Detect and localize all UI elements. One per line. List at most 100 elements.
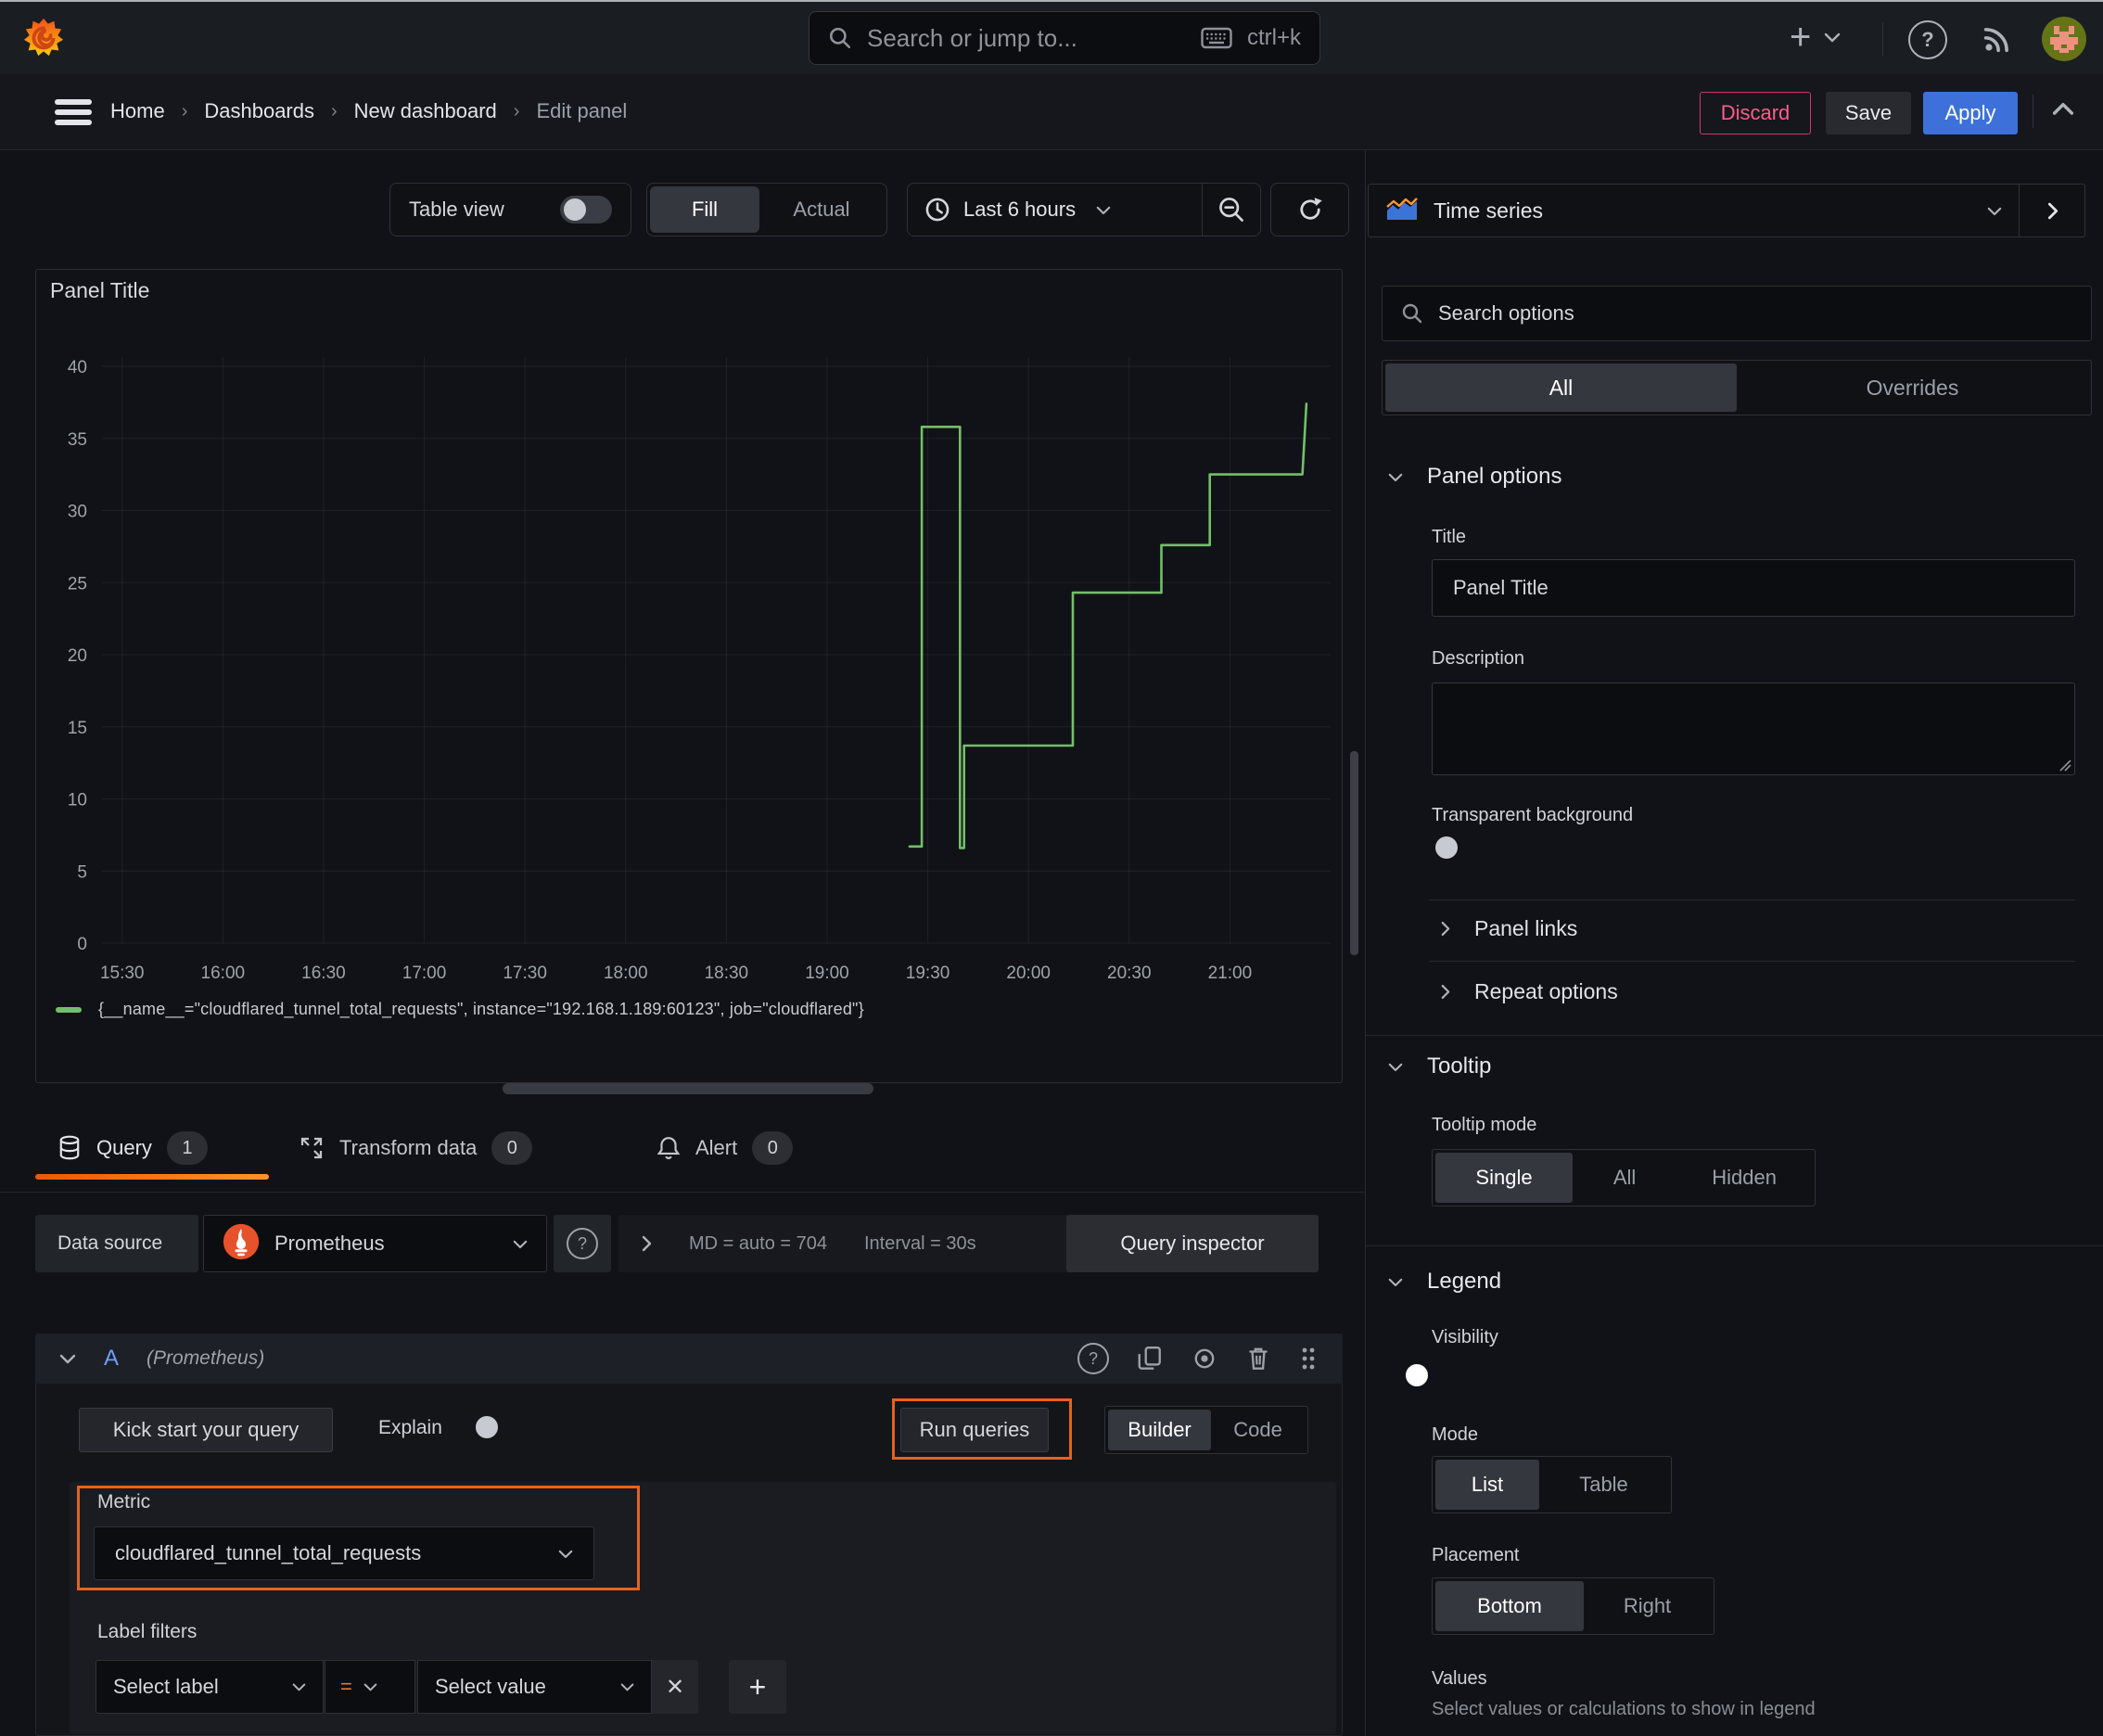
horizontal-scrollbar[interactable]	[503, 1083, 873, 1094]
chevron-down-icon	[1825, 32, 1841, 43]
svg-text:35: 35	[68, 430, 87, 450]
description-textarea[interactable]	[1432, 683, 2075, 775]
vertical-scrollbar[interactable]	[1350, 751, 1358, 955]
time-series-chart[interactable]: 0 5 10 15 20 25 30 35 40 15:30 16:00 16:30 17:00 17:3…	[35, 269, 1343, 1083]
operator-value: =	[340, 1675, 352, 1698]
legend-placement-bottom[interactable]: Bottom	[1435, 1581, 1584, 1631]
series-legend-label[interactable]: {__name__="cloudflared_tunnel_total_requ…	[98, 1000, 864, 1019]
news-rss-icon[interactable]	[1981, 22, 2014, 56]
refresh-button[interactable]	[1270, 183, 1349, 236]
remove-filter-button[interactable]: ✕	[652, 1660, 698, 1714]
time-series-viz-icon	[1385, 196, 1419, 226]
svg-text:30: 30	[68, 503, 87, 522]
svg-text:17:30: 17:30	[503, 964, 547, 983]
query-ref-id[interactable]: A	[104, 1346, 119, 1372]
svg-text:21:00: 21:00	[1208, 964, 1253, 983]
collapse-header-chevron-up-icon[interactable]	[2051, 102, 2075, 117]
query-row-header[interactable]: A (Prometheus) ?	[35, 1334, 1343, 1384]
tooltip-mode-single[interactable]: Single	[1435, 1153, 1573, 1203]
delete-query-trash-icon[interactable]	[1246, 1345, 1270, 1372]
breadcrumb-dashboards[interactable]: Dashboards	[204, 99, 314, 123]
fill-option[interactable]: Fill	[650, 186, 759, 233]
new-menu-button[interactable]: +	[1790, 19, 1841, 56]
chevron-down-icon	[1388, 1278, 1403, 1286]
tooltip-title: Tooltip	[1427, 1053, 1492, 1079]
discard-button[interactable]: Discard	[1700, 92, 1811, 134]
repeat-options-label: Repeat options	[1474, 979, 1618, 1003]
duplicate-query-icon[interactable]	[1137, 1345, 1163, 1372]
panel-links-section-header[interactable]: Panel links	[1440, 916, 1577, 941]
datasource-help-button[interactable]: ?	[554, 1215, 611, 1272]
plus-icon: +	[1790, 17, 1812, 57]
add-filter-button[interactable]: +	[729, 1660, 786, 1714]
toggle-visibility-eye-icon[interactable]	[1191, 1347, 1218, 1370]
query-inspector-button[interactable]: Query inspector	[1066, 1215, 1319, 1272]
search-icon	[828, 26, 852, 50]
chevron-down-icon	[1388, 473, 1403, 481]
zoom-out-icon[interactable]	[1203, 184, 1260, 236]
legend-mode-table[interactable]: Table	[1539, 1460, 1668, 1510]
kickstart-query-button[interactable]: Kick start your query	[79, 1408, 333, 1452]
svg-text:5: 5	[77, 862, 87, 882]
tooltip-mode-all[interactable]: All	[1573, 1153, 1676, 1203]
select-label-placeholder: Select label	[113, 1675, 219, 1698]
user-avatar[interactable]	[2042, 17, 2086, 66]
open-viz-panel-chevron-right-icon[interactable]	[2020, 202, 2084, 220]
metric-select[interactable]: cloudflared_tunnel_total_requests	[94, 1526, 594, 1580]
topbar-divider	[1882, 22, 1883, 56]
svg-text:20:30: 20:30	[1107, 964, 1152, 983]
breadcrumb-home[interactable]: Home	[110, 99, 165, 123]
actual-option[interactable]: Actual	[759, 198, 884, 222]
time-range-label: Last 6 hours	[963, 198, 1077, 221]
global-search-input[interactable]: Search or jump to... ctrl+k	[809, 11, 1320, 65]
repeat-options-section-header[interactable]: Repeat options	[1440, 979, 1618, 1004]
apply-button[interactable]: Apply	[1923, 92, 2018, 134]
operator-dropdown[interactable]: =	[325, 1660, 415, 1714]
tooltip-mode-label: Tooltip mode	[1432, 1115, 1537, 1135]
select-value-dropdown[interactable]: Select value	[417, 1660, 652, 1714]
tab-alert[interactable]: Alert 0	[656, 1131, 794, 1165]
time-range-picker[interactable]: Last 6 hours	[908, 197, 1202, 223]
legend-mode-list[interactable]: List	[1435, 1460, 1539, 1510]
grafana-logo-icon[interactable]	[22, 17, 65, 64]
tooltip-mode-hidden[interactable]: Hidden	[1676, 1153, 1812, 1203]
tab-transform-data[interactable]: Transform data 0	[299, 1131, 533, 1165]
select-value-placeholder: Select value	[435, 1675, 546, 1698]
tab-all[interactable]: All	[1385, 364, 1737, 412]
metric-value: cloudflared_tunnel_total_requests	[115, 1541, 422, 1564]
tab-query[interactable]: Query 1	[57, 1131, 208, 1165]
search-options-input[interactable]: Search options	[1382, 286, 2092, 341]
panel-title-input[interactable]: Panel Title	[1432, 559, 2075, 617]
save-button[interactable]: Save	[1826, 92, 1911, 134]
series-color-swatch[interactable]	[56, 1006, 82, 1013]
svg-text:16:00: 16:00	[201, 964, 246, 983]
tooltip-section-header[interactable]: Tooltip	[1388, 1053, 1491, 1079]
max-datapoints-stat: MD = auto = 704	[689, 1232, 827, 1254]
legend-placement-right[interactable]: Right	[1584, 1581, 1711, 1631]
run-queries-button[interactable]: Run queries	[900, 1408, 1049, 1452]
svg-text:20: 20	[68, 646, 87, 666]
builder-mode-option[interactable]: Builder	[1108, 1410, 1212, 1450]
legend-mode-segmented: List Table	[1432, 1456, 1672, 1513]
table-view-toggle[interactable]	[560, 196, 612, 223]
svg-text:19:30: 19:30	[906, 964, 950, 983]
panel-options-section-header[interactable]: Panel options	[1388, 464, 1561, 490]
svg-text:15: 15	[68, 719, 87, 738]
drag-handle-icon[interactable]	[1298, 1345, 1319, 1372]
chevron-down-icon	[558, 1550, 573, 1558]
tab-overrides[interactable]: Overrides	[1737, 364, 2088, 412]
datasource-picker[interactable]: Prometheus	[203, 1215, 547, 1272]
code-mode-option[interactable]: Code	[1211, 1410, 1305, 1450]
viz-name: Time series	[1434, 198, 1543, 223]
query-options-bar[interactable]: MD = auto = 704 Interval = 30s	[618, 1215, 1073, 1272]
select-label-dropdown[interactable]: Select label	[96, 1660, 324, 1714]
visualization-picker[interactable]: Time series	[1368, 184, 2085, 237]
breadcrumb-separator: ›	[181, 100, 188, 121]
help-icon[interactable]: ?	[1908, 20, 1947, 59]
interval-stat: Interval = 30s	[863, 1232, 976, 1254]
search-options-placeholder: Search options	[1438, 301, 1574, 325]
hamburger-menu-icon[interactable]	[53, 97, 94, 127]
query-help-icon[interactable]: ?	[1077, 1343, 1109, 1374]
legend-section-header[interactable]: Legend	[1388, 1269, 1501, 1295]
breadcrumb-new-dashboard[interactable]: New dashboard	[354, 99, 497, 123]
